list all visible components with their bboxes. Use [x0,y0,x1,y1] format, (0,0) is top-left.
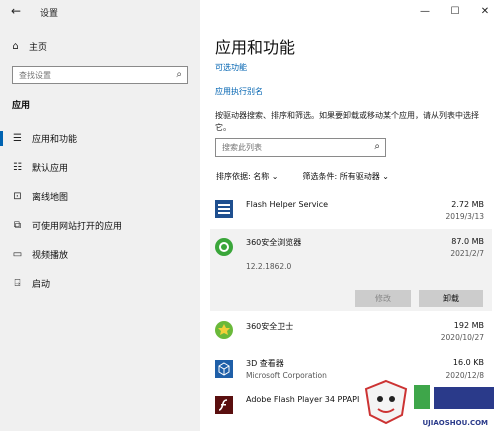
sidebar-item-apps-features[interactable]: ☰ 应用和功能 [0,124,200,153]
maximize-icon[interactable]: ☐ [440,0,470,22]
sidebar-item-apps-for-websites[interactable]: ⧉ 可使用网站打开的应用 [0,211,200,240]
app-date: 2021/2/7 [450,249,484,258]
home-nav[interactable]: ⌂ 主页 [10,40,47,53]
app-size: 87.0 MB [451,237,484,246]
optional-features-link[interactable]: 可选功能 [215,62,247,73]
section-label: 应用 [12,101,31,111]
app-name: 360安全卫士 [246,322,294,331]
app-list-search-box[interactable]: ⌕ [215,138,386,157]
sidebar-item-label: 启动 [32,280,51,290]
app-size: 16.0 KB [452,358,484,367]
sidebar-item-label: 应用和功能 [32,135,78,145]
app-size: 2.72 MB [451,200,484,209]
page-title: 应用和功能 [215,38,296,57]
list-icon: ☰ [13,133,22,144]
app-version: 12.2.1862.0 [246,262,292,271]
home-icon: ⌂ [12,41,19,52]
modify-button[interactable]: 修改 [355,290,411,307]
adobe-flash-icon [215,396,233,414]
uninstall-button[interactable]: 卸载 [419,290,483,307]
window-title: 设置 [40,9,59,19]
filter-dropdown[interactable]: 筛选条件: 所有驱动器 ⌄ [303,171,390,182]
map-icon: ⊡ [13,191,22,202]
app-alias-link[interactable]: 应用执行别名 [215,86,263,97]
app-size: 192 MB [453,321,484,330]
default-apps-icon: ☷ [13,162,22,173]
video-icon: ▭ [12,249,23,260]
main-content: 应用和功能 可选功能 应用执行别名 按驱动器搜索、排序和筛选。如果要卸载或移动某… [200,0,500,431]
sidebar-item-offline-maps[interactable]: ⊡ 离线地图 [0,182,200,211]
sidebar-item-startup[interactable]: ⍈ 启动 [0,269,200,298]
sidebar-item-label: 视频播放 [32,251,69,261]
app-list-item[interactable]: 360安全卫士 192 MB 2020/10/27 [210,318,492,348]
sidebar-item-video-playback[interactable]: ▭ 视频播放 [0,240,200,269]
title-bar: ← 设置 — ☐ ✕ [0,0,500,24]
minimize-icon[interactable]: — [410,0,440,22]
app-name: Flash Helper Service [246,200,329,209]
back-arrow-icon[interactable]: ← [6,2,26,20]
settings-search-input[interactable] [13,67,163,83]
app-date: 2019/3/13 [445,212,484,221]
window-controls: — ☐ ✕ [410,0,500,24]
360-browser-icon [215,238,233,256]
app-publisher: Microsoft Corporation [246,371,327,380]
settings-search-box[interactable]: ⌕ [12,66,188,84]
chevron-down-icon: ⌄ [382,172,389,181]
3d-viewer-icon [215,360,233,378]
sidebar-item-label: 可使用网站打开的应用 [32,222,123,232]
sort-dropdown[interactable]: 排序依据: 名称 ⌄ [216,171,279,182]
filter-label: 筛选条件: [302,172,338,181]
search-icon[interactable]: ⌕ [176,69,182,80]
sort-value: 名称 [253,172,270,181]
description-text: 按驱动器搜索、排序和筛选。如果要卸载或移动某个应用，请从列表中选择它。 [215,111,479,132]
watermark: UJIAOSHOU.COM [358,375,498,429]
app-list-search-input[interactable] [216,139,361,156]
search-icon[interactable]: ⌕ [374,141,380,152]
sort-filter-row: 排序依据: 名称 ⌄ 筛选条件: 所有驱动器 ⌄ [216,171,389,182]
app-name: Adobe Flash Player 34 PPAPI [246,395,360,404]
app-list-item[interactable]: Flash Helper Service 2.72 MB 2019/3/13 [210,194,492,224]
app-name: 360安全浏览器 [246,238,302,247]
sidebar-item-label: 默认应用 [32,164,69,174]
app-date: 2020/10/27 [440,333,484,342]
filter-value: 所有驱动器 [339,172,380,181]
sidebar-item-default-apps[interactable]: ☷ 默认应用 [0,153,200,182]
watermark-text: UJIAOSHOU.COM [422,419,488,427]
startup-icon: ⍈ [14,278,21,289]
web-app-icon: ⧉ [13,220,22,231]
close-icon[interactable]: ✕ [470,0,500,22]
chevron-down-icon: ⌄ [271,172,279,181]
sidebar: ⌂ 主页 ⌕ 应用 ☰ 应用和功能 ☷ 默认应用 ⊡ 离线地图 ⧉ 可使用网站打… [0,0,200,431]
360-safe-guard-icon [215,321,233,339]
flash-helper-icon [215,200,233,218]
app-name: 3D 查看器 [246,359,284,368]
app-list-item-selected[interactable]: 360安全浏览器 87.0 MB 2021/2/7 12.2.1862.0 修改… [210,229,492,311]
home-label: 主页 [29,43,48,53]
sidebar-item-label: 离线地图 [32,193,69,203]
sidebar-nav: ☰ 应用和功能 ☷ 默认应用 ⊡ 离线地图 ⧉ 可使用网站打开的应用 ▭ 视频播… [0,124,200,298]
sort-label: 排序依据: [216,172,251,181]
